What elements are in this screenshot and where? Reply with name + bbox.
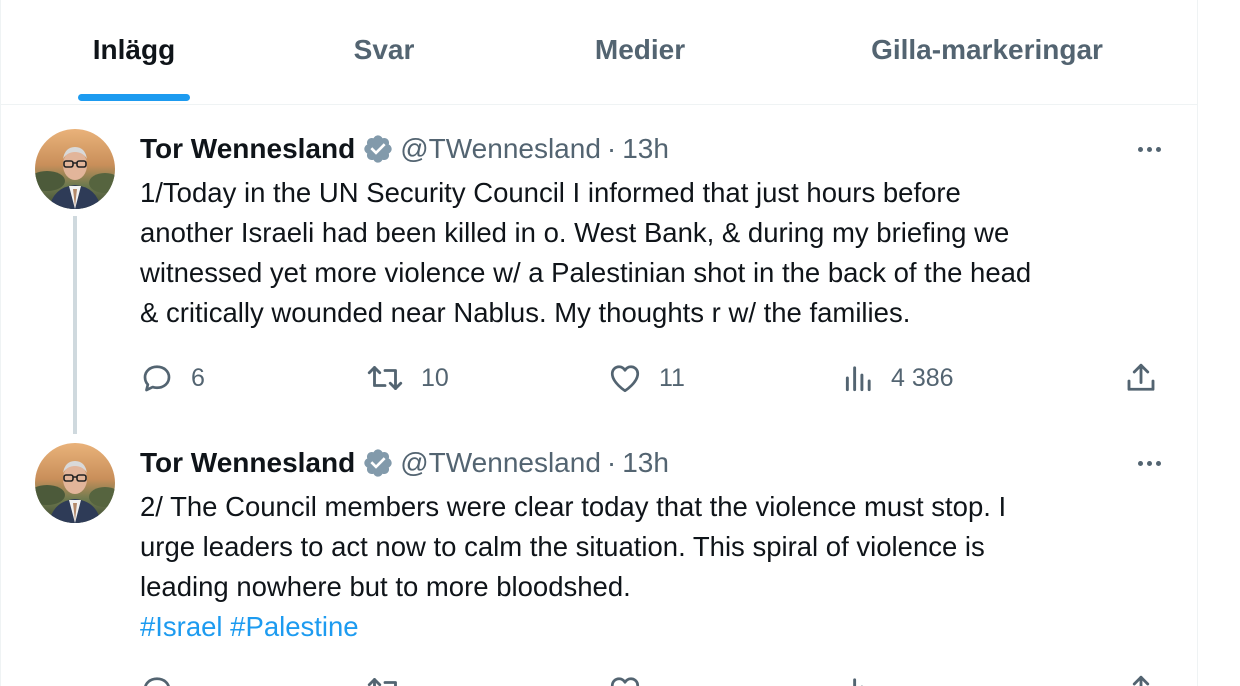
- tweet-text-line: & critically wounded near Nablus. My tho…: [140, 297, 911, 328]
- more-options-icon[interactable]: [1131, 137, 1167, 161]
- dot-icon: [1137, 460, 1143, 466]
- tweet-text-line: 1/Today in the UN Security Council I inf…: [140, 177, 961, 208]
- hashtag-links[interactable]: #Israel #Palestine: [140, 607, 1170, 647]
- views-button[interactable]: [843, 670, 891, 686]
- tab-posts[interactable]: Inlägg: [78, 0, 190, 104]
- avatar[interactable]: [35, 129, 115, 209]
- reply-button[interactable]: [139, 670, 191, 686]
- dot-icon: [1155, 146, 1161, 152]
- dot-icon: [1146, 460, 1152, 466]
- author-handle[interactable]: @TWennesland: [400, 133, 601, 165]
- dot-icon: [1146, 146, 1152, 152]
- tab-media[interactable]: Medier: [575, 0, 705, 104]
- analytics-icon: [853, 678, 863, 686]
- share-icon: [1132, 675, 1150, 686]
- tweet-actions: [1, 670, 1197, 686]
- like-button[interactable]: 11: [607, 358, 685, 398]
- separator-dot: ·: [606, 447, 617, 478]
- dot-icon: [1137, 146, 1143, 152]
- more-options-icon[interactable]: [1131, 451, 1167, 475]
- tweet-text-line: another Israeli had been killed in o. We…: [140, 217, 1010, 248]
- tweet-text-line: leading nowhere but to more bloodshed.: [140, 571, 631, 602]
- verified-badge-icon[interactable]: [362, 447, 394, 479]
- heart-icon: [610, 365, 640, 393]
- thread-connector-line: [73, 216, 77, 434]
- tweet-text-line: urge leaders to act now to calm the situ…: [140, 531, 985, 562]
- tab-replies[interactable]: Svar: [331, 0, 437, 104]
- timestamp[interactable]: 13h: [622, 447, 669, 479]
- tweet-text-line: witnessed yet more violence w/ a Palesti…: [140, 257, 1032, 288]
- repost-button[interactable]: 10: [365, 358, 449, 398]
- share-icon: [1127, 363, 1155, 391]
- avatar-photo: [35, 129, 115, 209]
- separator-dot: ·: [606, 133, 617, 164]
- share-button[interactable]: [1123, 670, 1159, 686]
- views-button[interactable]: 4 386: [843, 358, 954, 398]
- reply-button[interactable]: 6: [139, 358, 205, 398]
- author-name[interactable]: Tor Wennesland: [140, 133, 355, 165]
- like-count: 11: [659, 363, 685, 392]
- repost-icon: [367, 366, 403, 390]
- verified-badge-icon[interactable]: [362, 133, 394, 165]
- author-name[interactable]: Tor Wennesland: [140, 447, 355, 479]
- tab-replies-label: Svar: [353, 34, 415, 65]
- dot-icon: [1155, 460, 1161, 466]
- tweet-text: 1/Today in the UN Security Council I inf…: [140, 173, 1170, 333]
- reply-count: 6: [191, 363, 205, 392]
- heart-icon: [610, 677, 640, 686]
- tweet-header: Tor Wennesland @TWennesland · 13h: [140, 131, 669, 167]
- avatar-photo: [35, 443, 115, 523]
- active-tab-indicator: [78, 94, 190, 101]
- repost-icon: [367, 678, 397, 686]
- repost-count: 10: [421, 363, 449, 392]
- tab-posts-label: Inlägg: [92, 34, 176, 65]
- author-handle[interactable]: @TWennesland: [400, 447, 601, 479]
- timestamp[interactable]: 13h: [622, 133, 669, 165]
- profile-timeline: Inlägg Svar Medier Gilla-markeringar Tor…: [0, 0, 1198, 686]
- tab-likes[interactable]: Gilla-markeringar: [847, 0, 1127, 104]
- tweet-text: 2/ The Council members were clear today …: [140, 487, 1170, 647]
- share-button[interactable]: [1123, 358, 1159, 398]
- views-count: 4 386: [891, 363, 954, 392]
- reply-icon: [144, 677, 170, 686]
- tweet-text-line: 2/ The Council members were clear today …: [140, 491, 1007, 522]
- tab-media-label: Medier: [594, 34, 686, 65]
- repost-button[interactable]: [365, 670, 421, 686]
- profile-tabs: Inlägg Svar Medier Gilla-markeringar: [1, 0, 1197, 105]
- avatar[interactable]: [35, 443, 115, 523]
- tweet-actions: 6 10 11 4 386: [1, 358, 1197, 398]
- tweet-header: Tor Wennesland @TWennesland · 13h: [140, 445, 669, 481]
- reply-icon: [143, 365, 171, 392]
- tab-likes-label: Gilla-markeringar: [871, 34, 1103, 65]
- like-button[interactable]: [607, 670, 659, 686]
- analytics-icon: [845, 366, 871, 392]
